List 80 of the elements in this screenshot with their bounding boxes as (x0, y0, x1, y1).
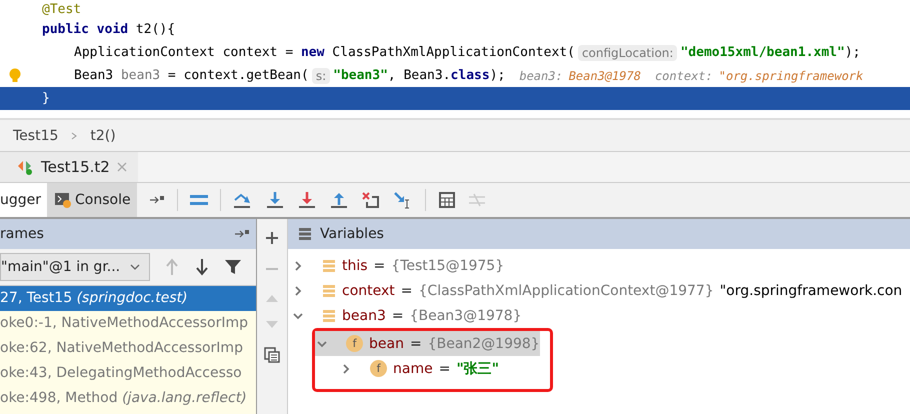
variable-value: {Test15@1975} (391, 258, 504, 274)
code-token: "bean3" (333, 68, 388, 83)
code-token: ); (490, 68, 506, 83)
stack-icon (322, 284, 336, 298)
list-icon (298, 227, 312, 241)
copy-icon[interactable] (264, 347, 280, 363)
add-icon[interactable] (265, 231, 279, 245)
code-token: public void (42, 22, 130, 37)
thread-dropdown[interactable]: "main"@1 in gr... (0, 253, 150, 281)
stack-frame[interactable]: oke:43, DelegatingMethodAccesso (0, 361, 256, 386)
calculator-icon[interactable] (438, 191, 456, 209)
variable-row[interactable]: this = {Test15@1975} (288, 253, 910, 278)
session-tab[interactable]: Test15.t2 (0, 152, 138, 182)
tool-tab[interactable]: Console (47, 183, 137, 217)
variable-name: this (342, 258, 368, 274)
stack-frame[interactable]: oke0:-1, NativeMethodAccessorImp (0, 311, 256, 336)
code-token: t2(){ (136, 22, 176, 37)
code-token: , Bean3. (388, 68, 451, 83)
code-token: ); (844, 45, 860, 60)
breadcrumb[interactable]: t2() (90, 128, 116, 144)
code-token: ApplicationContext context = (74, 45, 294, 60)
variable-value: {ClassPathXmlApplicationContext@1977} (418, 282, 714, 298)
stack-icon (322, 308, 336, 322)
variable-row[interactable]: f bean = {Bean2@1998} (315, 331, 540, 356)
step-over-icon[interactable] (232, 191, 253, 209)
variable-name: bean (369, 336, 404, 352)
panel-title: rames (0, 226, 44, 242)
field-icon: f (370, 360, 387, 377)
stack-frame[interactable]: oke:62, NativeMethodAccessorImp (0, 336, 256, 361)
code-token: Bean3 (74, 68, 114, 83)
code-token: context: (654, 68, 713, 82)
lines-icon[interactable] (190, 193, 208, 207)
pin-icon[interactable] (148, 195, 165, 205)
equals-sign: = (374, 258, 386, 274)
variable-name: name (393, 360, 433, 376)
tool-tab[interactable]: ugger (0, 183, 48, 217)
variable-row[interactable]: context = {ClassPathXmlApplicationContext@1977} "org.springframework.con (288, 278, 910, 303)
code-token: } (42, 91, 50, 106)
stack-icon (322, 258, 336, 272)
caret-icon (129, 263, 141, 271)
code-token: new (300, 45, 326, 60)
code-token: bean3: (519, 68, 563, 82)
code-token: "demo15xml/bean1.xml" (680, 45, 845, 60)
variable-name: context (342, 282, 395, 298)
stack-frame[interactable]: oke:498, Method (java.lang.reflect) (0, 386, 256, 411)
code-token: "org.springframework (718, 68, 864, 82)
code-token: @Test (42, 2, 82, 16)
parameter-hint: s: (312, 68, 330, 84)
string-value: "张三" (456, 360, 500, 378)
breadcrumb[interactable]: Test15 (13, 128, 58, 144)
value-description: "org.springframework.con (720, 282, 902, 298)
pin-icon[interactable] (234, 229, 250, 239)
code-token: Bean3@1978 (568, 68, 641, 82)
variable-value: {Bean2@1998} (428, 336, 540, 352)
debug-run-icon (17, 158, 35, 176)
code-token: ClassPathXmlApplicationContext( (332, 45, 575, 60)
force-step-into-icon[interactable] (296, 191, 317, 209)
equals-sign: = (400, 282, 413, 298)
arrow-down-icon[interactable] (194, 258, 210, 276)
variable-value: {Bean3@1978} (410, 308, 522, 324)
variable-name: bean3 (342, 308, 386, 324)
variable-row[interactable]: bean3 = {Bean3@1978} (288, 303, 910, 328)
panel-title: Variables (320, 226, 384, 242)
chevron-right-icon (70, 130, 78, 140)
variable-row[interactable]: f name = "张三" (315, 356, 540, 381)
console-icon (55, 192, 72, 208)
step-into-icon[interactable] (264, 191, 285, 209)
code-token: bean3 (120, 68, 160, 83)
code-token: class (450, 68, 490, 83)
parameter-hint: configLocation: (578, 44, 678, 60)
field-icon: f (346, 335, 363, 352)
equals-sign: = (392, 308, 404, 324)
equals-sign: = (410, 336, 422, 352)
code-token: = context.getBean( (166, 68, 309, 83)
step-out-icon[interactable] (328, 191, 349, 209)
equals-sign: = (438, 360, 450, 376)
trace-icon (468, 191, 486, 209)
drop-frame-icon[interactable] (360, 191, 381, 209)
stack-frame[interactable]: 27, Test15 (springdoc.test) (0, 286, 256, 311)
filter-icon[interactable] (224, 258, 242, 276)
